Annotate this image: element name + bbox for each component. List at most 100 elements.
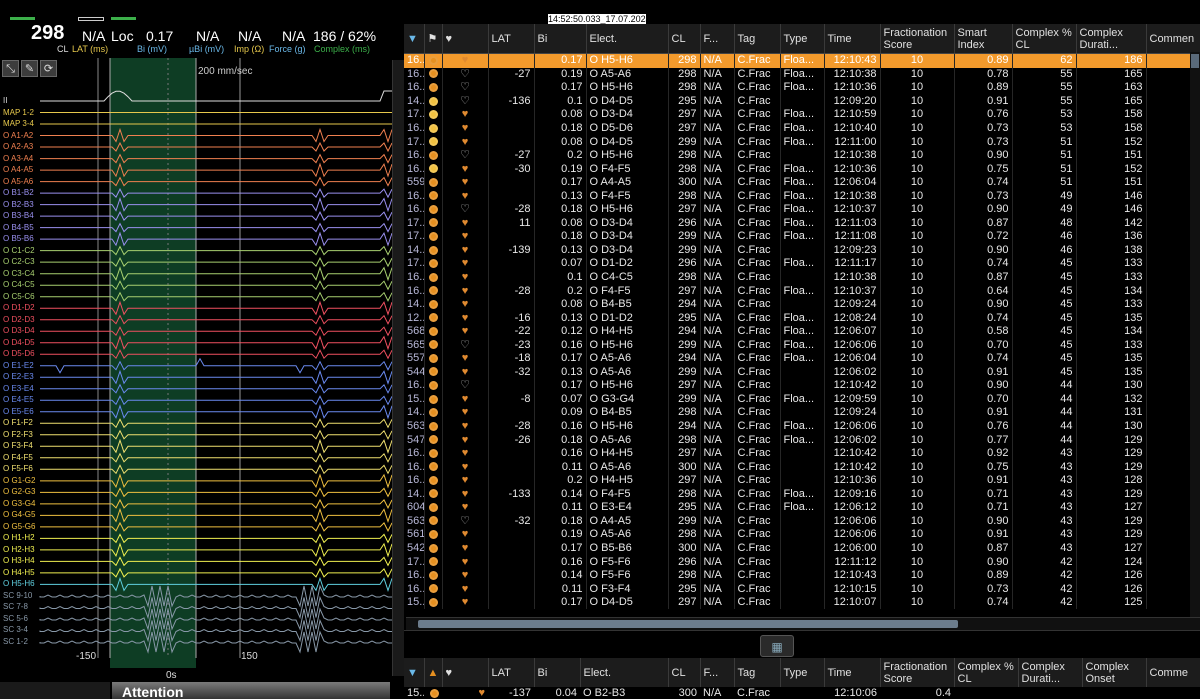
filter-icon[interactable]: ▼ — [407, 667, 418, 679]
table-row[interactable]: 5573 ♥ -180.17O A5-A6294N/AC.FracFloa...12… — [404, 352, 1200, 366]
column-header[interactable]: Complex % CL — [954, 658, 1019, 687]
table-row[interactable]: 16...♡-280.18O H5-H6297N/AC.FracFloa...1… — [404, 203, 1200, 217]
table-row[interactable]: 5632 ♥ -280.16O H5-H6294N/AC.FracFloa...12… — [404, 419, 1200, 434]
table-cell: 51 — [1012, 135, 1077, 149]
table-row[interactable]: 14... ♥ 0.08O B4-B5294N/AC.Frac 12:09:24100… — [404, 297, 1200, 312]
annotate-tool-icon[interactable]: ✎ — [21, 60, 38, 77]
table-row[interactable]: 5445♥-320.13O A5-A6299N/AC.Frac12:06:021… — [404, 365, 1200, 380]
column-header[interactable]: Smart Index — [954, 24, 1013, 54]
table-row[interactable]: 16...♥-300.19O F4-F5298N/AC.FracFloa...1… — [404, 162, 1200, 176]
table-row[interactable]: 5635♡-320.18O A4-A5299N/AC.Frac12:06:061… — [404, 514, 1200, 529]
table-scroll-thumb[interactable] — [1191, 54, 1199, 68]
table-row[interactable]: 14... ♥ -1330.14O F4-F5298N/AC.FracFloa...… — [404, 487, 1200, 502]
column-header[interactable]: Complex Durati... — [1018, 658, 1083, 687]
table-cell: 6049 — [404, 501, 425, 515]
column-header[interactable]: F... — [700, 24, 735, 54]
table-hscroll-thumb[interactable] — [418, 620, 958, 628]
table-cell: 16... — [404, 148, 425, 163]
table-row[interactable]: 16... ♥ 0.16O H4-H5297N/AC.Frac 12:10:42100… — [404, 446, 1200, 461]
column-header[interactable]: ⚑ — [424, 24, 443, 54]
table-row[interactable]: 16... ♥ 0.11O A5-A6300N/AC.Frac 12:10:42100… — [404, 460, 1200, 474]
table-row[interactable]: 14... ♥ -1390.13O D3-D4299N/AC.Frac 12:09:2… — [404, 243, 1200, 258]
column-header[interactable]: Bi — [534, 24, 587, 54]
table-row[interactable]: 17... ♥ 0.08O D3-D4297N/AC.FracFloa...12:1… — [404, 108, 1200, 122]
column-header[interactable]: Complex Onset — [1082, 658, 1147, 687]
column-header[interactable]: Type — [780, 658, 825, 687]
column-header[interactable]: Fractionation Score — [880, 24, 955, 54]
ecg-vertical-scrollbar[interactable] — [392, 60, 404, 676]
column-header[interactable]: Tag — [734, 24, 781, 54]
column-header[interactable]: Time — [824, 658, 881, 687]
table-row[interactable]: 12...♥-160.13O D1-D2295N/AC.FracFloa...1… — [404, 311, 1200, 325]
table-row[interactable]: 15... ♥ -80.07O G3-G4299N/AC.FracFloa...12… — [404, 392, 1200, 407]
table-row[interactable]: 16... ♥ 0.13O F4-F5298N/AC.FracFloa...12:1… — [404, 189, 1200, 204]
table-row[interactable]: 16... ♥ -280.2O F4-F5297N/AC.FracFloa...12… — [404, 284, 1200, 298]
table-row[interactable]: 16...♡-270.2O H5-H6298N/AC.Frac12:10:381… — [404, 148, 1200, 163]
table-row[interactable]: 17... ♥ 0.16O F5-F6296N/AC.Frac 12:11:12100… — [404, 555, 1200, 569]
refresh-tool-icon[interactable]: ⟳ — [40, 60, 57, 77]
table-row[interactable]: 15... ♥ 0.17O D4-D5297N/AC.Frac 12:10:07100… — [404, 595, 1200, 610]
column-header[interactable]: Elect. — [586, 24, 669, 54]
table-row[interactable]: 5680 ♥ -220.12O H4-H5294N/AC.FracFloa...12… — [404, 324, 1200, 339]
table-row[interactable]: 16...♡-270.19O A5-A6298N/AC.FracFloa...1… — [404, 67, 1200, 82]
column-header[interactable]: Commen — [1146, 24, 1200, 54]
column-header[interactable]: Comme — [1146, 658, 1200, 687]
table-row[interactable]: 16... ♥ 0.18O D5-D6297N/AC.FracFloa...12:1… — [404, 121, 1200, 136]
table-cell — [488, 81, 535, 95]
column-header[interactable]: Time — [824, 24, 881, 54]
table-row[interactable]: 17... ♥ 0.18O D3-D4299N/AC.FracFloa...12:1… — [404, 230, 1200, 244]
column-header[interactable]: ▼ — [404, 24, 425, 54]
column-header[interactable]: CL — [668, 24, 701, 54]
column-header[interactable]: F... — [700, 658, 735, 687]
column-header[interactable]: Complex % CL — [1012, 24, 1077, 54]
table-row[interactable]: 5611 ♥ 0.19O A5-A6298N/AC.Frac 12:06:06100.… — [404, 528, 1200, 542]
column-header[interactable]: LAT — [488, 24, 535, 54]
table-row[interactable]: 5591 ♥ 0.17O A4-A5300N/AC.FracFloa...12:06… — [404, 175, 1200, 190]
filter-icon[interactable]: ▼ — [407, 33, 418, 45]
table-row[interactable]: 14... ♥ 0.09O B4-B5298N/AC.Frac 12:09:24100… — [404, 406, 1200, 420]
table-row[interactable]: 16... ♥ 0.17O H5-H6298N/AC.FracFloa...12:1… — [404, 53, 1200, 68]
table-horizontal-scrollbar[interactable] — [406, 617, 1200, 630]
column-header[interactable]: Type — [780, 24, 825, 54]
flag-icon[interactable]: ⚑ — [428, 33, 438, 45]
caliper-tool-icon[interactable]: ⤡ — [2, 60, 19, 77]
table-row[interactable]: 16... ♥ 0.14O F5-F6298N/AC.Frac 12:10:43100… — [404, 568, 1200, 583]
column-header[interactable]: CL — [668, 658, 701, 687]
column-header[interactable]: ▲ — [424, 658, 443, 687]
table-row[interactable]: 16... ♥ 0.11O F3-F4295N/AC.Frac 12:10:15100… — [404, 582, 1200, 596]
column-header[interactable]: ♥ — [442, 658, 489, 687]
table-row[interactable]: 17... ♥ 110.08O D3-D4296N/AC.FracFloa...12… — [404, 216, 1200, 231]
column-header[interactable]: ▼ — [404, 658, 425, 687]
table-row[interactable]: 6049 ♥ 0.11O E3-E4295N/AC.FracFloa...12:06… — [404, 501, 1200, 515]
table-row[interactable]: 14... ♡ -1360.1O D4-D5295N/AC.Frac 12:09:20… — [404, 94, 1200, 109]
table-row[interactable]: 16... ♥ 0.1O C4-C5298N/AC.Frac 12:10:38100.… — [404, 270, 1200, 285]
table-row[interactable]: 17... ♥ 0.07O D1-D2296N/AC.FracFloa...12:1… — [404, 257, 1200, 271]
table-cell: 46 — [1012, 230, 1077, 244]
ecg-horizontal-scrollbar[interactable] — [0, 682, 110, 699]
table-cell — [424, 175, 443, 190]
table-row[interactable]: 16... ♡ 0.17O H5-H6297N/AC.Frac 12:10:42100… — [404, 379, 1200, 393]
table-row[interactable]: 5478♥-260.18O A5-A6298N/AC.FracFloa...12… — [404, 433, 1200, 447]
table-row[interactable]: 16... ♡ 0.17O H5-H6298N/AC.FracFloa...12:1… — [404, 81, 1200, 95]
column-header[interactable]: ♥ — [442, 24, 489, 54]
table-cell: 0.90 — [954, 203, 1013, 217]
table-vertical-scrollbar[interactable] — [1190, 52, 1200, 617]
column-header[interactable]: Bi — [534, 658, 581, 687]
table-cell: 0.71 — [954, 487, 1013, 502]
column-header[interactable]: Tag — [734, 658, 781, 687]
column-header[interactable]: Complex Durati... — [1076, 24, 1147, 54]
table-row[interactable]: 5426 ♥ 0.17O B5-B6300N/AC.Frac 12:06:00100.… — [404, 541, 1200, 556]
flag-icon[interactable]: ▲ — [428, 667, 439, 679]
column-header[interactable]: Fractionation Score — [880, 658, 955, 687]
table-row[interactable]: 5657 ♡ -230.16O H5-H6299N/AC.FracFloa...12… — [404, 338, 1200, 353]
column-header[interactable]: LAT — [488, 658, 535, 687]
bookmark-icon[interactable]: ♥ — [446, 667, 453, 679]
attention-banner[interactable]: Attention — [112, 682, 390, 699]
table-row[interactable]: 17... ♥ 0.08O D4-D5299N/AC.FracFloa...12:1… — [404, 135, 1200, 149]
bookmark-icon[interactable]: ♥ — [446, 33, 453, 45]
split-panel-icon[interactable]: ▦ — [760, 635, 794, 657]
table-row[interactable]: 15... ♥ -137 0.04 O B2-B3 300 N/A C.Frac 12:10:0… — [404, 687, 1200, 699]
column-header[interactable]: Elect. — [580, 658, 669, 687]
table-row[interactable]: 16... ♥ 0.2O H4-H5297N/AC.Frac 12:10:36100.… — [404, 473, 1200, 488]
table-cell: 5445 — [404, 365, 425, 380]
